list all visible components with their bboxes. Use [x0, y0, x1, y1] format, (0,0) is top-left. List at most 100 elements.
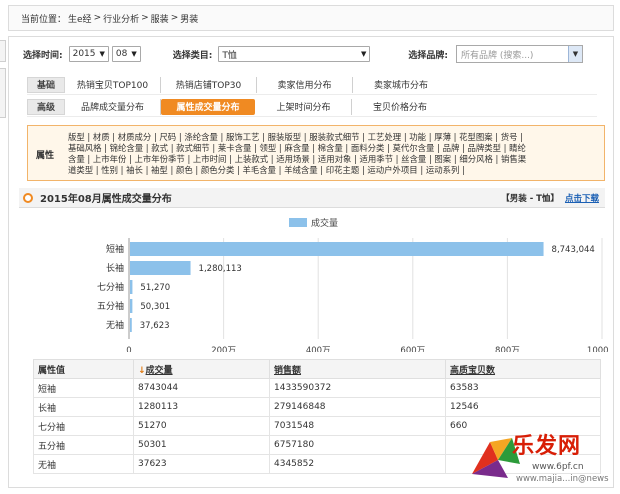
- table-cell: 短袖: [33, 378, 134, 398]
- y-category-label: 无袖: [106, 319, 124, 331]
- brand-search-input[interactable]: 所有品牌 (搜索...): [457, 48, 568, 61]
- category-label: 选择类目:: [172, 50, 213, 61]
- y-category-label: 长袖: [106, 262, 124, 274]
- menu-item-top-items[interactable]: 热销宝贝TOP100: [65, 76, 161, 93]
- legend-label: 成交量: [311, 217, 338, 229]
- legend-swatch: [289, 218, 307, 227]
- column-header-quality-items[interactable]: 高质宝贝数: [445, 359, 601, 379]
- attribute-line[interactable]: 含量 | 上市年份 | 上市年份季节 | 上市时间 | 上装款式 | 适用场景 …: [68, 154, 600, 165]
- column-header-sales-label: 销售额: [274, 365, 302, 376]
- table-cell: 37623: [133, 454, 270, 474]
- menu-category-advanced: 高级: [27, 98, 65, 115]
- brand-label: 选择品牌:: [408, 50, 448, 61]
- section-header: 2015年08月属性成交量分布 【男装 - T恤】 点击下载: [19, 188, 605, 208]
- download-link[interactable]: 点击下载: [565, 192, 599, 204]
- breadcrumb-link-root[interactable]: 生e经: [68, 12, 92, 25]
- bar-value-label: 37,623: [140, 321, 170, 331]
- brand-search-combobox[interactable]: 所有品牌 (搜索...) ▼: [455, 45, 583, 63]
- table-cell: 7031548: [269, 416, 446, 436]
- table-cell: 12546: [445, 397, 601, 417]
- table-cell: 1280113: [133, 397, 270, 417]
- dropdown-arrow-icon[interactable]: ▼: [567, 46, 582, 62]
- x-tick-label: 1000万: [587, 346, 609, 352]
- watermark-logo-text: 乐发网: [512, 433, 582, 459]
- menu-item-listing-time[interactable]: 上架时间分布: [256, 98, 352, 115]
- menu-row-basic: 基础 热销宝贝TOP100 热销店铺TOP30 卖家信用分布 卖家城市分布: [27, 75, 597, 95]
- menu-item-seller-credit[interactable]: 卖家信用分布: [257, 76, 353, 93]
- table-cell: 长袖: [33, 397, 134, 417]
- table-cell: 五分袖: [33, 435, 134, 455]
- attribute-selector: 属性 版型 | 材质 | 材质成分 | 尺码 | 涤纶含量 | 服饰工艺 | 服…: [27, 125, 605, 181]
- x-tick-label: 200万: [211, 346, 236, 352]
- section-title: 2015年08月属性成交量分布: [40, 194, 172, 205]
- menu-item-attribute-volume[interactable]: 属性成交量分布: [161, 98, 255, 115]
- menu-item-seller-city[interactable]: 卖家城市分布: [353, 77, 449, 93]
- table-header-row: 属性值 ↓成交量 销售额 高质宝贝数: [33, 359, 601, 379]
- x-tick-label: 400万: [306, 346, 331, 352]
- menu-item-brand-volume[interactable]: 品牌成交量分布: [65, 98, 161, 115]
- breadcrumb: 当前位置： 生e经 > 行业分析 > 服装 > 男装: [8, 5, 614, 31]
- circle-bullet-icon: [23, 192, 33, 203]
- table-cell: 4345852: [269, 454, 446, 474]
- month-value: 08: [115, 49, 128, 59]
- menu-row-advanced: 高级 品牌成交量分布 属性成交量分布 上架时间分布 宝贝价格分布: [27, 97, 597, 117]
- column-header-volume[interactable]: ↓成交量: [133, 359, 270, 379]
- bar: [130, 318, 132, 332]
- table-row: 长袖 1280113 279146848 12546: [33, 397, 601, 417]
- attribute-line[interactable]: 版型 | 材质 | 材质成分 | 尺码 | 涤纶含量 | 服饰工艺 | 服装版型…: [68, 132, 600, 143]
- volume-bar-chart: 成交量 0 200万 400万 600万 800万 1000万 短袖 8,743,044 长袖 1,…: [97, 217, 609, 352]
- table-cell: 50301: [133, 435, 270, 455]
- sidebar-edge: [0, 68, 6, 118]
- x-tick-label: 800万: [495, 346, 520, 352]
- table-cell: 无袖: [33, 454, 134, 474]
- bar-value-label: 8,743,044: [552, 245, 595, 255]
- menu-item-price-distribution[interactable]: 宝贝价格分布: [352, 99, 448, 115]
- attribute-line[interactable]: 基础风格 | 锦纶含量 | 款式 | 款式细节 | 莱卡含量 | 领型 | 麻含…: [68, 143, 600, 154]
- caret-down-icon: ▼: [131, 50, 137, 58]
- table-cell: 279146848: [269, 397, 446, 417]
- breadcrumb-separator: >: [170, 13, 179, 23]
- bar: [130, 280, 133, 294]
- menu-category-basic: 基础: [27, 76, 65, 93]
- column-header-attribute[interactable]: 属性值: [33, 359, 134, 379]
- bar-value-label: 50,301: [140, 302, 170, 312]
- month-select[interactable]: 08 ▼: [111, 46, 141, 62]
- breadcrumb-link-apparel[interactable]: 服装: [151, 12, 169, 25]
- caret-down-icon: ▼: [360, 50, 367, 58]
- attribute-label: 属性: [36, 151, 55, 161]
- breadcrumb-label: 当前位置：: [21, 14, 67, 25]
- attribute-line[interactable]: 道类型 | 性别 | 袖长 | 袖型 | 颜色 | 颜色分类 | 羊毛含量 | …: [68, 165, 600, 176]
- sidebar-edge: [0, 40, 6, 62]
- breadcrumb-separator: >: [141, 13, 149, 23]
- x-tick-label: 600万: [400, 346, 425, 352]
- y-category-label: 五分袖: [97, 300, 124, 312]
- category-select[interactable]: T恤 ▼: [218, 46, 371, 62]
- menu-item-top-shops[interactable]: 热销店铺TOP30: [161, 76, 257, 93]
- x-tick-label: 0: [126, 346, 131, 352]
- column-header-sales[interactable]: 销售额: [269, 359, 446, 379]
- y-category-label: 七分袖: [97, 281, 124, 293]
- bar-value-label: 51,270: [140, 283, 170, 293]
- main-panel: 选择时间: 2015 ▼ 08 ▼ 选择类目: T恤 ▼ 选择品牌: 所有品牌 (搜索…: [8, 36, 614, 488]
- bar: [130, 299, 133, 313]
- attribute-list[interactable]: 版型 | 材质 | 材质成分 | 尺码 | 涤纶含量 | 服饰工艺 | 服装版型…: [68, 132, 600, 176]
- column-header-quality-label: 高质宝贝数: [450, 365, 496, 376]
- year-value: 2015: [72, 49, 96, 59]
- watermark-url: www.6pf.cn: [532, 462, 584, 472]
- filter-bar: 选择时间: 2015 ▼ 08 ▼ 选择类目: T恤 ▼ 选择品牌: 所有品牌 (搜索…: [23, 44, 603, 64]
- column-header-volume-label: 成交量: [145, 365, 173, 376]
- table-cell: 8743044: [133, 378, 270, 398]
- breadcrumb-separator: >: [93, 13, 102, 23]
- breadcrumb-current: 男装: [180, 14, 199, 25]
- bar: [130, 261, 191, 275]
- breadcrumb-link-industry[interactable]: 行业分析: [103, 12, 139, 25]
- table-cell: 6757180: [269, 435, 446, 455]
- year-select[interactable]: 2015 ▼: [68, 46, 109, 62]
- table-cell: 51270: [133, 416, 270, 436]
- category-tag: 【男装 - T恤】: [501, 193, 559, 204]
- caret-down-icon: ▼: [99, 50, 105, 58]
- watermark-url-secondary: www.majia...in@news: [516, 474, 609, 484]
- bar: [130, 242, 544, 256]
- table-cell: 63583: [445, 378, 601, 398]
- table-cell: 1433590372: [269, 378, 446, 398]
